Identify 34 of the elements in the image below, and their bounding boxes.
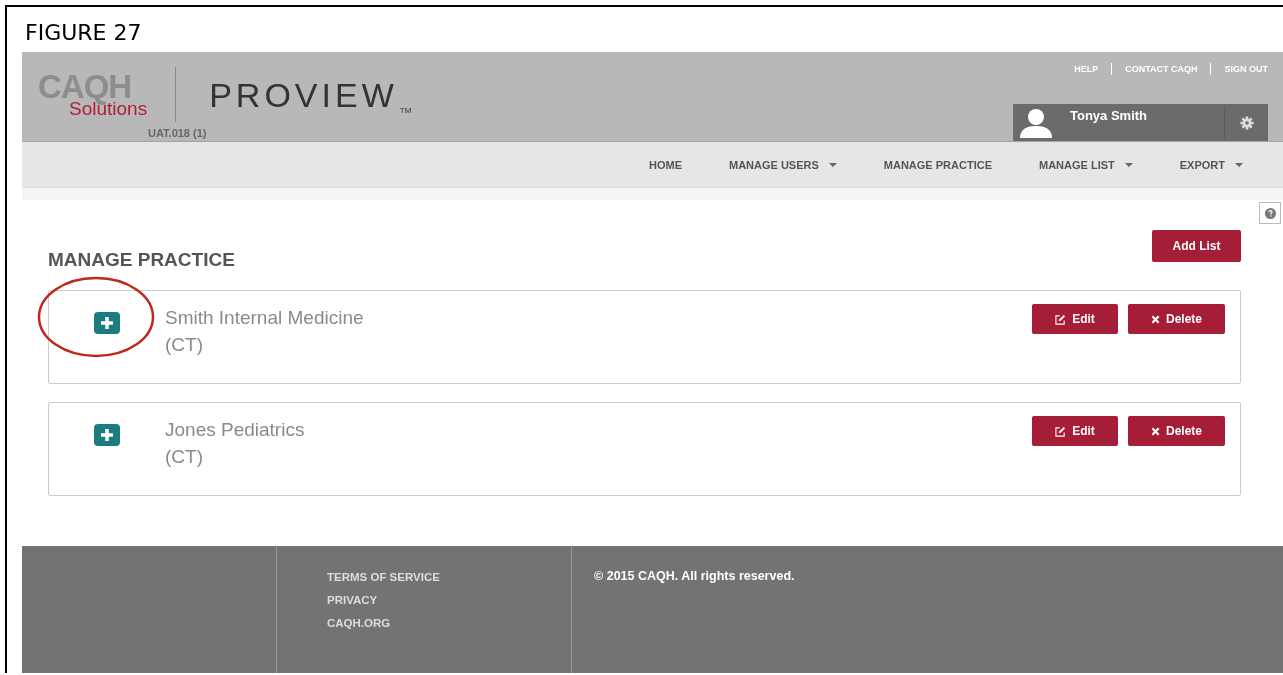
practice-name: Smith Internal Medicine bbox=[165, 306, 364, 330]
delete-button[interactable]: Delete bbox=[1128, 416, 1225, 446]
edit-button[interactable]: Edit bbox=[1032, 304, 1118, 334]
environment-label: UAT.018 (1) bbox=[148, 127, 207, 139]
edit-icon bbox=[1055, 425, 1067, 437]
product-name: PROVIEW bbox=[209, 76, 398, 115]
footer-link[interactable]: PRIVACY bbox=[327, 593, 378, 607]
copyright-text: © 2015 CAQH. All rights reserved. bbox=[594, 569, 795, 583]
settings-icon bbox=[1239, 115, 1254, 130]
page-title: MANAGE PRACTICE bbox=[48, 249, 235, 271]
figure-label: FIGURE 27 bbox=[24, 19, 142, 47]
user-name: Tonya Smith bbox=[1070, 108, 1149, 123]
edit-button[interactable]: Edit bbox=[1032, 416, 1118, 446]
nav-item[interactable]: EXPORT bbox=[1179, 158, 1243, 171]
footer-link[interactable]: CAQH.ORG bbox=[327, 616, 391, 630]
help-icon[interactable] bbox=[1259, 202, 1281, 224]
practice-state: (CT) bbox=[165, 333, 203, 357]
practice-name: Jones Pediatrics bbox=[165, 418, 305, 442]
close-icon bbox=[1151, 314, 1160, 324]
delete-button[interactable]: Delete bbox=[1128, 304, 1225, 334]
nav-item[interactable]: HOME bbox=[648, 158, 682, 171]
nav-item[interactable]: MANAGE USERS bbox=[728, 158, 837, 171]
footer-link[interactable]: TERMS OF SERVICE bbox=[327, 570, 440, 584]
close-icon bbox=[1151, 426, 1160, 436]
practice-state: (CT) bbox=[165, 445, 203, 469]
nav-item[interactable]: MANAGE LIST bbox=[1039, 158, 1133, 171]
trademark-mark: TM bbox=[399, 106, 412, 115]
expand-plus-icon[interactable] bbox=[94, 424, 120, 446]
expand-plus-icon[interactable] bbox=[94, 312, 120, 334]
user-avatar-icon bbox=[1018, 108, 1054, 138]
logo-text: CAQH bbox=[38, 70, 132, 103]
edit-icon bbox=[1055, 313, 1067, 325]
add-list-button[interactable]: Add List bbox=[1152, 230, 1241, 262]
nav-item[interactable]: MANAGE PRACTICE bbox=[883, 158, 992, 171]
